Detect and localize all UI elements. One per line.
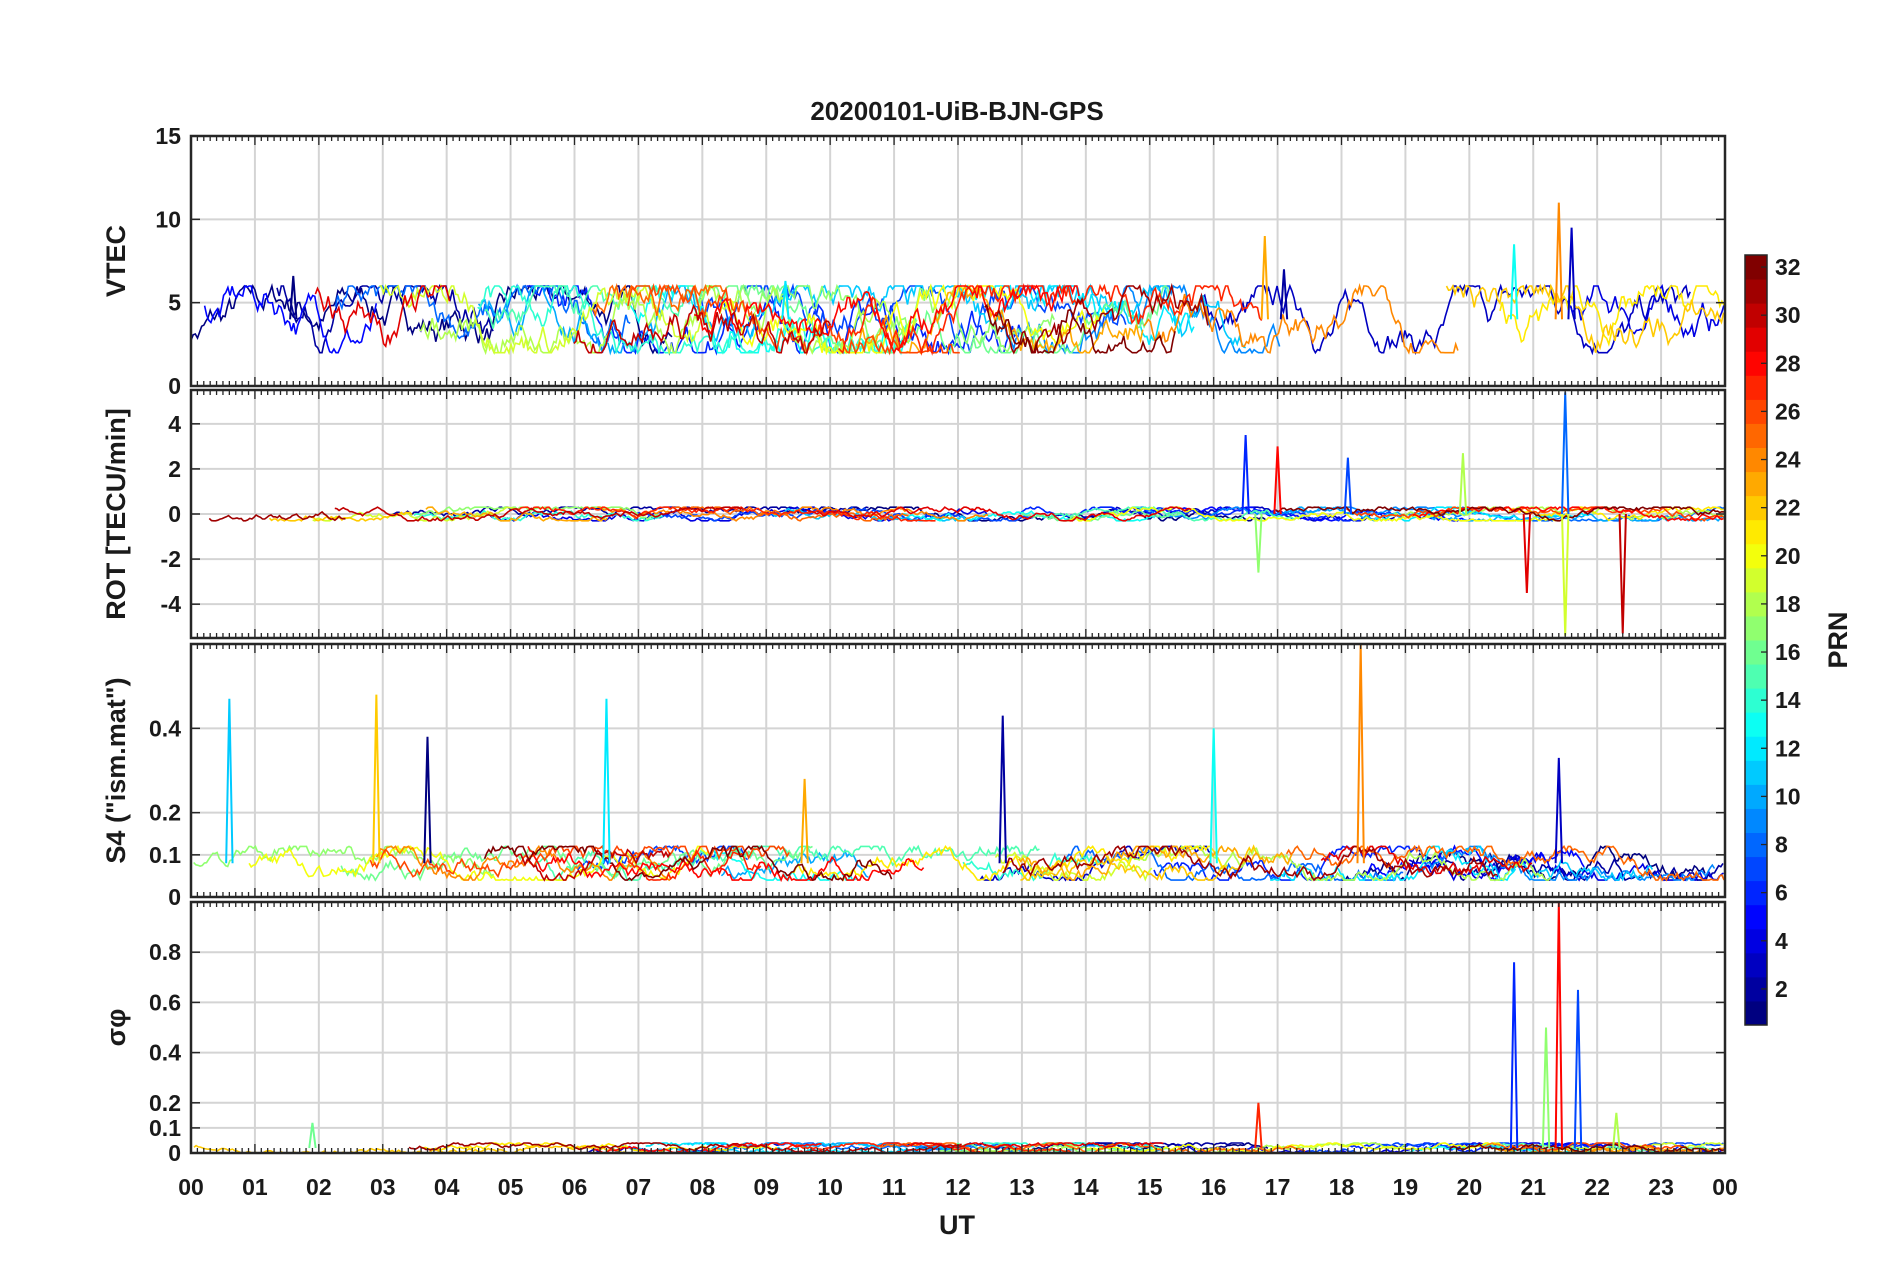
y-tick-label: 0.6 [149, 989, 181, 1015]
x-tick-label: 06 [562, 1174, 588, 1200]
x-tick-label: 18 [1329, 1174, 1355, 1200]
x-tick-label: 14 [1073, 1174, 1099, 1200]
y-tick-label: 0.1 [149, 1115, 181, 1141]
y-tick-label: 0 [168, 1140, 181, 1166]
colorbar-segment [1745, 664, 1767, 689]
colorbar: 2468101214161820222426283032PRN [1744, 254, 1853, 1026]
colorbar-segment [1745, 1000, 1767, 1026]
colorbar-tick-label: 32 [1775, 254, 1801, 280]
panels: 051015VTEC-4-2024ROT [TECU/min]00.10.20.… [101, 123, 1727, 1166]
colorbar-tick-label: 14 [1775, 687, 1801, 713]
y-axis-label: ROT [TECU/min] [101, 408, 131, 619]
colorbar-tick-label: 20 [1775, 543, 1801, 569]
y-tick-label: 15 [155, 123, 181, 149]
colorbar-segment [1745, 615, 1767, 641]
x-tick-label: 11 [882, 1174, 907, 1200]
panel-1: 0 5 10 15 VTEC [101, 123, 1727, 399]
colorbar-segment [1745, 760, 1767, 785]
colorbar-tick-label: 30 [1775, 302, 1801, 328]
y-tick-label: 0 [168, 884, 181, 910]
colorbar-tick-label: 18 [1775, 591, 1801, 617]
y-axis-label: VTEC [101, 225, 131, 297]
x-tick-label: 03 [370, 1174, 396, 1200]
colorbar-tick-label: 6 [1775, 880, 1788, 906]
y-axis-label: S4 ("ism.mat") [101, 677, 131, 863]
x-axis: 00 01 02 03 04 05 06 07 08 09 10 11 12 13 14 15 16 17 18 19… [178, 1174, 1738, 1200]
y-tick-label: 0.8 [149, 939, 181, 965]
y-tick-label: 5 [168, 290, 181, 316]
colorbar-tick-label: 10 [1775, 783, 1801, 809]
x-tick-label: 15 [1137, 1174, 1163, 1200]
panel-4: 00.10.2 0.4 0.6 0.8 σφ [101, 900, 1727, 1166]
colorbar-tick-label: 24 [1775, 447, 1801, 473]
x-tick-label: 08 [690, 1174, 716, 1200]
panel-3: 0 0.1 0.2 0.4 S4 ("ism.mat") [101, 642, 1727, 910]
x-tick-label: 17 [1265, 1174, 1291, 1200]
colorbar-segment [1745, 423, 1767, 448]
figure: 20200101-UiB-BJN-GPS 051015VTEC-4-2024RO… [101, 96, 1853, 1240]
x-tick-label: 02 [306, 1174, 332, 1200]
colorbar-tick-label: 8 [1775, 832, 1788, 858]
colorbar-segment [1745, 808, 1767, 833]
colorbar-tick-label: 22 [1775, 495, 1801, 521]
x-axis-label: UT [939, 1210, 975, 1240]
x-tick-label: 04 [434, 1174, 460, 1200]
colorbar-tick-label: 28 [1775, 350, 1801, 376]
y-tick-label: 0.2 [149, 800, 181, 826]
y-tick-label: 0.1 [149, 842, 181, 868]
y-tick-label: 4 [168, 411, 181, 437]
x-tick-label: 10 [817, 1174, 843, 1200]
y-tick-label: 10 [155, 206, 181, 232]
colorbar-segment [1745, 904, 1767, 930]
colorbar-tick-label: 16 [1775, 639, 1801, 665]
y-tick-label: 2 [168, 456, 181, 482]
x-tick-label: 12 [945, 1174, 971, 1200]
y-tick-label: -2 [161, 546, 181, 572]
colorbar-tick-label: 12 [1775, 735, 1801, 761]
x-tick-label: 13 [1009, 1174, 1035, 1200]
colorbar-segment [1745, 712, 1767, 737]
y-tick-label: 0.4 [149, 715, 181, 741]
colorbar-tick-label: 26 [1775, 398, 1801, 424]
x-tick-label: 20 [1457, 1174, 1483, 1200]
colorbar-segment [1745, 567, 1767, 593]
colorbar-segment [1745, 375, 1767, 400]
x-tick-label: 01 [242, 1174, 268, 1200]
x-tick-label: 09 [753, 1174, 779, 1200]
colorbar-segment [1745, 279, 1767, 304]
colorbar-segment [1745, 519, 1767, 545]
colorbar-segment [1745, 952, 1767, 978]
colorbar-segment [1745, 327, 1767, 352]
y-axis-label: σφ [101, 1009, 131, 1047]
colorbar-label: PRN [1823, 611, 1853, 668]
x-tick-label: 23 [1648, 1174, 1674, 1200]
y-tick-label: 0.4 [149, 1040, 181, 1066]
x-tick-label: 21 [1520, 1174, 1546, 1200]
x-tick-label: 19 [1393, 1174, 1419, 1200]
y-tick-label: -4 [161, 591, 182, 617]
colorbar-tick-label: 2 [1775, 976, 1788, 1002]
figure-title: 20200101-UiB-BJN-GPS [810, 96, 1103, 126]
x-tick-label: 16 [1201, 1174, 1227, 1200]
panel-2: -4 -2 0 2 4 ROT [TECU/min] [101, 388, 1727, 640]
y-tick-label: 0 [168, 501, 181, 527]
colorbar-segment [1745, 856, 1767, 882]
y-tick-label: 0.2 [149, 1090, 181, 1116]
colorbar-tick-label: 4 [1775, 928, 1788, 954]
x-tick-label: 00 [1712, 1174, 1738, 1200]
x-tick-label: 22 [1584, 1174, 1610, 1200]
x-tick-label: 00 [178, 1174, 204, 1200]
y-tick-label: 0 [168, 373, 181, 399]
colorbar-segment [1745, 471, 1767, 497]
x-tick-label: 05 [498, 1174, 524, 1200]
x-tick-label: 07 [626, 1174, 652, 1200]
